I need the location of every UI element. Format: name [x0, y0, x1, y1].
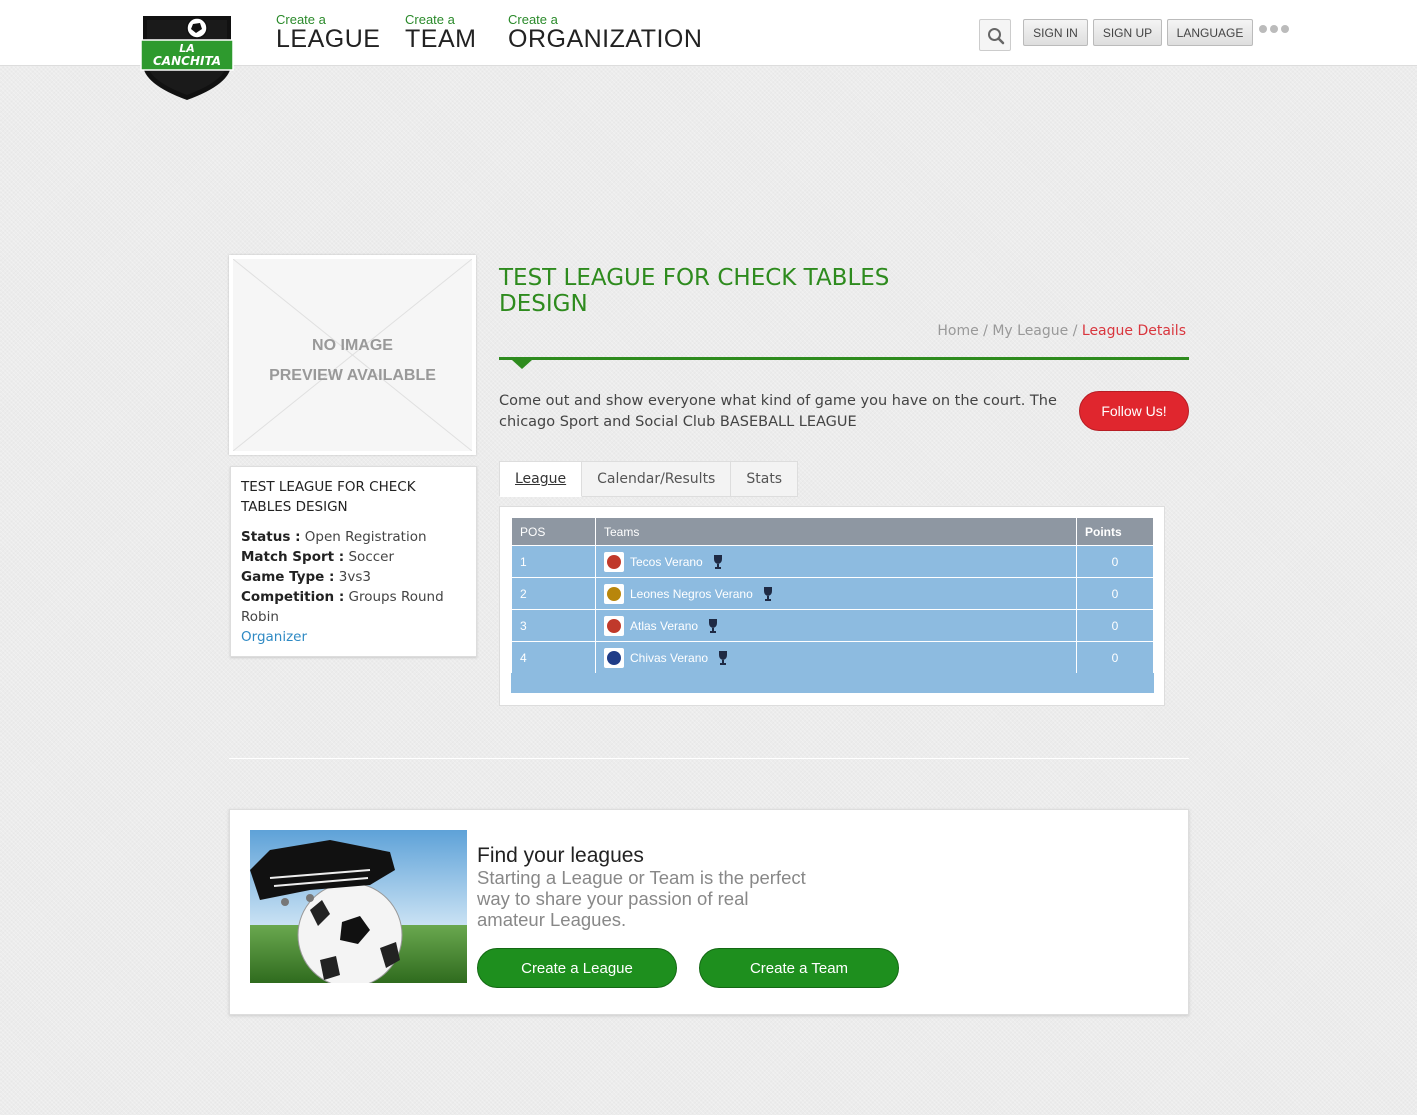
table-row: 3 Atlas Verano 0: [511, 609, 1154, 642]
breadcrumb: Home / My League / League Details: [937, 323, 1186, 339]
points-cell: 0: [1076, 609, 1154, 642]
create-league-button[interactable]: Create a League: [477, 948, 677, 988]
placeholder-line-1: NO IMAGE: [312, 337, 393, 354]
trophy-icon: [719, 650, 728, 665]
search-button[interactable]: [979, 19, 1011, 51]
page-title: TEST LEAGUE FOR CHECK TABLES DESIGN: [499, 265, 890, 317]
pos-cell: 4: [511, 641, 596, 674]
points-cell: 0: [1076, 641, 1154, 674]
nav-big-label: TEAM: [405, 25, 477, 53]
nav-create-organization[interactable]: Create a ORGANIZATION: [508, 12, 702, 54]
table-row: 4 Chivas Verano 0: [511, 641, 1154, 674]
table-row: 2 Leones Negros Verano 0: [511, 577, 1154, 610]
col-pos: POS: [511, 517, 596, 546]
title-divider: [499, 357, 1189, 360]
divider-notch: [512, 360, 532, 369]
sign-in-button[interactable]: SIGN IN: [1023, 19, 1088, 46]
col-teams: Teams: [595, 517, 1077, 546]
create-team-button[interactable]: Create a Team: [699, 948, 899, 988]
tab-stats[interactable]: Stats: [731, 461, 799, 497]
placeholder-line-2: PREVIEW AVAILABLE: [269, 367, 436, 384]
language-button[interactable]: LANGUAGE: [1167, 19, 1253, 46]
search-icon: [988, 28, 1005, 45]
team-cell[interactable]: Leones Negros Verano: [595, 577, 1077, 610]
organizer-link[interactable]: Organizer: [241, 627, 466, 647]
tab-league[interactable]: League: [499, 461, 583, 497]
table-footer: [511, 673, 1154, 693]
nav-big-label: ORGANIZATION: [508, 25, 703, 53]
nav-create-team[interactable]: Create a TEAM: [405, 12, 476, 54]
promo-text: Starting a League or Team is the perfect…: [477, 867, 806, 930]
team-name[interactable]: Leones Negros Verano: [630, 587, 753, 601]
team-crest-icon: [604, 647, 624, 668]
more-options-icon[interactable]: [1259, 25, 1289, 33]
breadcrumb-my-league[interactable]: My League: [992, 323, 1068, 339]
team-cell[interactable]: Tecos Verano: [595, 545, 1077, 578]
team-name[interactable]: Atlas Verano: [630, 619, 698, 633]
sign-up-button[interactable]: SIGN UP: [1093, 19, 1162, 46]
league-info-card: TEST LEAGUE FOR CHECK TABLES DESIGN Stat…: [230, 466, 477, 657]
league-tabs: League Calendar/Results Stats: [499, 461, 799, 497]
status-row: Status : Open Registration: [241, 529, 427, 545]
team-crest-icon: [604, 551, 624, 572]
breadcrumb-home[interactable]: Home: [937, 323, 978, 339]
team-cell[interactable]: Atlas Verano: [595, 609, 1077, 642]
league-description: Come out and show everyone what kind of …: [499, 393, 1057, 430]
standings-table: POS Teams Points 1 Tecos Verano 0 2 Leones N…: [511, 517, 1154, 674]
standings-panel: POS Teams Points 1 Tecos Verano 0 2 Leones N…: [499, 506, 1165, 706]
points-cell: 0: [1076, 545, 1154, 578]
nav-create-league[interactable]: Create a LEAGUE: [276, 12, 380, 54]
team-crest-icon: [604, 583, 624, 604]
promo-title: Find your leagues: [477, 844, 644, 867]
pos-cell: 2: [511, 577, 596, 610]
points-cell: 0: [1076, 577, 1154, 610]
top-bar: LA CANCHITA Create a LEAGUE Create a TEA…: [0, 0, 1417, 100]
league-image-placeholder: NO IMAGE PREVIEW AVAILABLE: [229, 255, 476, 455]
soccer-ball-photo: [250, 830, 467, 983]
team-name[interactable]: Tecos Verano: [630, 555, 703, 569]
pos-cell: 3: [511, 609, 596, 642]
game-type-row: Game Type : 3vs3: [241, 569, 371, 585]
breadcrumb-current: League Details: [1081, 323, 1186, 339]
team-crest-icon: [604, 615, 624, 636]
info-title: TEST LEAGUE FOR CHECK TABLES DESIGN: [241, 479, 416, 515]
tab-calendar-results[interactable]: Calendar/Results: [582, 461, 732, 497]
svg-text:CANCHITA: CANCHITA: [153, 54, 221, 68]
trophy-icon: [713, 554, 722, 569]
site-logo[interactable]: LA CANCHITA: [137, 12, 237, 102]
table-row: 1 Tecos Verano 0: [511, 545, 1154, 578]
team-cell[interactable]: Chivas Verano: [595, 641, 1077, 674]
trophy-icon: [763, 586, 772, 601]
col-points: Points: [1076, 517, 1154, 546]
promo-box: Find your leagues Starting a League or T…: [229, 809, 1189, 1015]
follow-button[interactable]: Follow Us!: [1079, 391, 1189, 431]
nav-big-label: LEAGUE: [276, 25, 381, 53]
pos-cell: 1: [511, 545, 596, 578]
team-name[interactable]: Chivas Verano: [630, 651, 708, 665]
competition-row: Competition : Groups Round Robin: [241, 589, 444, 625]
trophy-icon: [709, 618, 718, 633]
sport-row: Match Sport : Soccer: [241, 549, 395, 565]
section-divider: [229, 758, 1189, 759]
